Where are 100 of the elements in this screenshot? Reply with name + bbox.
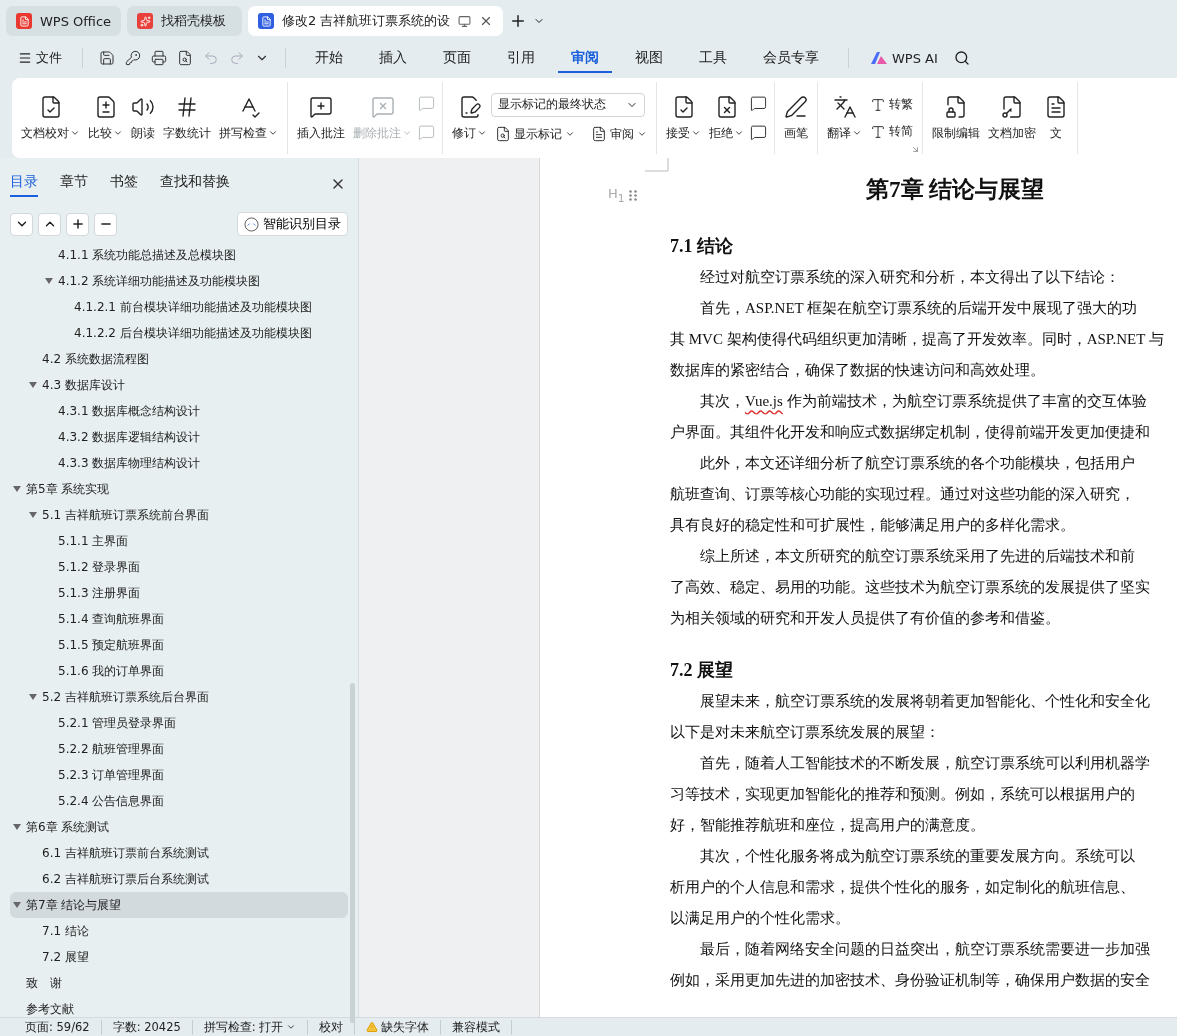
markup-dropdown[interactable]: 显示标记的最终状态 xyxy=(491,92,645,117)
document-logo-icon xyxy=(258,13,275,29)
toc-item[interactable]: 5.1.1 主界面 xyxy=(10,528,348,554)
toc-item[interactable]: 4.3 数据库设计 xyxy=(10,372,348,398)
toc-item[interactable]: 7.2 展望 xyxy=(10,944,348,970)
missing-font-status[interactable]: 缺失字体 xyxy=(355,1019,442,1035)
toc-item[interactable]: 5.2.3 订单管理界面 xyxy=(10,762,348,788)
ribbon-button[interactable]: 拒绝 xyxy=(705,90,748,146)
plus-icon xyxy=(70,217,85,231)
sidebar-tab[interactable]: 查找和替换 xyxy=(160,171,230,197)
ribbon-button[interactable]: 插入批注 xyxy=(293,90,349,146)
ribbon-button[interactable]: 画笔 xyxy=(780,90,812,146)
key-icon[interactable] xyxy=(125,50,141,66)
ai-button[interactable]: WPS AI xyxy=(865,49,944,67)
ribbon-tab[interactable]: 插入 xyxy=(366,43,420,73)
expanded-triangle-icon[interactable] xyxy=(29,694,37,700)
toc-item[interactable]: 第6章 系统测试 xyxy=(10,814,348,840)
ribbon-button[interactable]: 接受 xyxy=(662,90,705,146)
ribbon-button[interactable]: 文档校对 xyxy=(17,90,84,146)
toc-item[interactable]: 5.1.6 我的订单界面 xyxy=(10,658,348,684)
add-button[interactable] xyxy=(66,212,89,236)
caret-icon xyxy=(852,128,862,138)
ribbon-button[interactable]: 审阅 xyxy=(587,124,651,144)
toc-item[interactable]: 致 谢 xyxy=(10,970,348,996)
paragraph-line: 以满足用户的个性化需求。 xyxy=(670,909,851,928)
ribbon-tab[interactable]: 页面 xyxy=(430,43,484,73)
ribbon-tab[interactable]: 工具 xyxy=(686,43,740,73)
toc-item[interactable]: 5.2.2 航班管理界面 xyxy=(10,736,348,762)
spell-check-status[interactable]: 拼写检查: 打开 xyxy=(192,1019,309,1035)
search-icon[interactable] xyxy=(953,50,970,66)
expanded-triangle-icon[interactable] xyxy=(29,382,37,388)
ribbon-button[interactable]: 转简 xyxy=(866,122,917,141)
document-tab[interactable]: WPS Office xyxy=(6,6,122,36)
save-icon[interactable] xyxy=(99,50,115,66)
expanded-triangle-icon[interactable] xyxy=(13,486,21,492)
ribbon-button[interactable]: 翻译 xyxy=(823,90,866,146)
ribbon-icon-button[interactable] xyxy=(748,93,769,114)
printer-icon[interactable] xyxy=(151,50,167,66)
ribbon-tab[interactable]: 引用 xyxy=(494,43,548,73)
toc-item[interactable]: 4.3.1 数据库概念结构设计 xyxy=(10,398,348,424)
toc-item[interactable]: 4.1.1 系统功能总描述及总模块图 xyxy=(10,242,348,268)
paragraph-line: 好，智能推荐航班和座位，提高用户的满意度。 xyxy=(670,816,986,835)
expanded-triangle-icon[interactable] xyxy=(29,512,37,518)
toc-item[interactable]: 5.1.3 注册界面 xyxy=(10,580,348,606)
toc-item[interactable]: 7.1 结论 xyxy=(10,918,348,944)
ribbon-tab[interactable]: 开始 xyxy=(302,43,356,73)
toc-item[interactable]: 5.1.2 登录界面 xyxy=(10,554,348,580)
ribbon-button[interactable]: 限制编辑 xyxy=(928,90,984,146)
toc-item[interactable]: 5.1.4 查询航班界面 xyxy=(10,606,348,632)
toc-item[interactable]: 5.2.4 公告信息界面 xyxy=(10,788,348,814)
toc-item[interactable]: 4.1.2.1 前台模块详细功能描述及功能模块图 xyxy=(10,294,348,320)
document-tab[interactable]: 修改2 吉祥航班订票系统的设 xyxy=(248,6,504,36)
toc-item[interactable]: 6.2 吉祥航班订票后台系统测试 xyxy=(10,866,348,892)
ribbon-button[interactable]: 文档加密 xyxy=(984,90,1040,146)
section-heading: 7.1 结论 xyxy=(670,235,734,258)
sidebar-tab[interactable]: 章节 xyxy=(60,171,88,197)
ribbon-icon-button[interactable] xyxy=(748,122,769,143)
sidebar-tab[interactable]: 目录 xyxy=(10,171,38,197)
ribbon-button[interactable]: 朗读 xyxy=(127,90,159,146)
monitor-icon[interactable] xyxy=(458,14,472,28)
expanded-triangle-icon[interactable] xyxy=(13,824,21,830)
ribbon-button[interactable]: 字数统计 xyxy=(159,90,215,146)
ribbon-button[interactable]: 比较 xyxy=(84,90,127,146)
collapse-down-button[interactable] xyxy=(10,212,33,236)
toc-item[interactable]: 4.1.2.2 后台模块详细功能描述及功能模块图 xyxy=(10,320,348,346)
toc-item[interactable]: 5.1 吉祥航班订票系统前台界面 xyxy=(10,502,348,528)
toc-item[interactable]: 5.1.5 预定航班界面 xyxy=(10,632,348,658)
print-preview-icon[interactable] xyxy=(177,50,193,66)
ribbon-tab[interactable]: 会员专享 xyxy=(750,43,832,73)
dialog-launcher-icon[interactable] xyxy=(911,145,920,154)
crop-mark-icon xyxy=(645,158,669,172)
toc-item[interactable]: 4.1.2 系统详细功能描述及功能模块图 xyxy=(10,268,348,294)
smart-toc-button[interactable]: 智能识别目录 xyxy=(237,212,348,236)
file-menu[interactable]: 文件 xyxy=(14,47,66,69)
ribbon-button[interactable]: 显示标记 xyxy=(491,124,579,144)
scrollbar-thumb[interactable] xyxy=(350,683,355,1023)
expanded-triangle-icon[interactable] xyxy=(45,278,53,284)
drag-handle-icon[interactable] xyxy=(628,188,637,202)
ribbon-tab[interactable]: 视图 xyxy=(622,43,676,73)
ribbon-button[interactable]: 修订 xyxy=(448,90,491,146)
ribbon-button[interactable]: 转繁 xyxy=(866,95,917,114)
sidebar-tab[interactable]: 书签 xyxy=(110,171,138,197)
toc-item[interactable]: 4.3.3 数据库物理结构设计 xyxy=(10,450,348,476)
toc-item[interactable]: 5.2 吉祥航班订票系统后台界面 xyxy=(10,684,348,710)
ribbon-button[interactable]: 拼写检查 xyxy=(215,90,282,146)
ribbon-button[interactable]: 文 xyxy=(1040,90,1072,146)
toc-item[interactable]: 第7章 结论与展望 xyxy=(10,892,348,918)
paragraph-line: 其次，个性化服务将成为航空订票系统的重要发展方向。系统可以 xyxy=(699,847,1136,866)
document-tab[interactable]: 找稻壳模板 xyxy=(127,6,243,36)
ribbon-tab[interactable]: 审阅 xyxy=(558,43,612,73)
remove-button[interactable] xyxy=(94,212,117,236)
toc-item[interactable]: 参考文献 xyxy=(10,996,348,1017)
paragraph-line: 经过对航空订票系统的深入研究和分析，本文得出了以下结论： xyxy=(699,268,1121,287)
toc-item[interactable]: 4.3.2 数据库逻辑结构设计 xyxy=(10,424,348,450)
toc-item[interactable]: 4.2 系统数据流程图 xyxy=(10,346,348,372)
toc-item[interactable]: 5.2.1 管理员登录界面 xyxy=(10,710,348,736)
toc-item[interactable]: 第5章 系统实现 xyxy=(10,476,348,502)
toc-item[interactable]: 6.1 吉祥航班订票前台系统测试 xyxy=(10,840,348,866)
expanded-triangle-icon[interactable] xyxy=(13,902,21,908)
collapse-up-button[interactable] xyxy=(38,212,61,236)
